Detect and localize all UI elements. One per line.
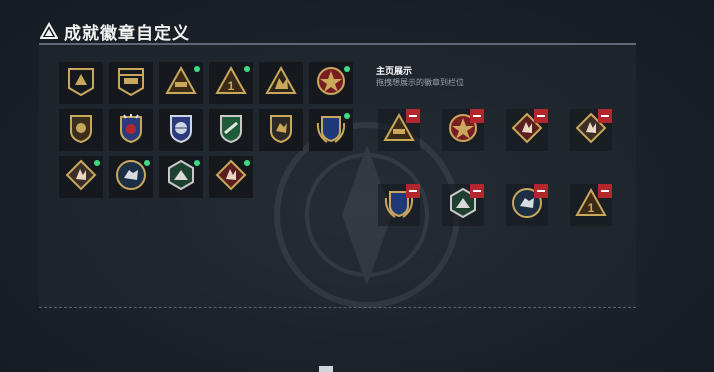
showcase-slot[interactable] (378, 109, 420, 151)
badge-item[interactable] (109, 62, 153, 104)
helicopter-badge-icon (114, 64, 148, 103)
badge-item[interactable] (209, 109, 253, 151)
showcase-subtitle: 拖拽想展示的徽章到栏位 (376, 78, 464, 87)
showcase-slot[interactable] (506, 184, 548, 226)
badge-item[interactable] (59, 156, 103, 198)
showcase-slot[interactable] (442, 109, 484, 151)
remove-icon[interactable] (598, 109, 612, 123)
badge-item[interactable] (159, 156, 203, 198)
remove-icon[interactable] (470, 184, 484, 198)
showcase-slot[interactable] (378, 184, 420, 226)
remove-icon[interactable] (534, 109, 548, 123)
green-shield-badge-icon (214, 111, 248, 150)
badge-item[interactable] (309, 62, 353, 104)
badge-item[interactable] (109, 156, 153, 198)
new-badge-dot (194, 66, 200, 72)
globe-shield-medal-icon (164, 111, 198, 150)
remove-icon[interactable] (534, 184, 548, 198)
tank-triangle-badge-icon (164, 64, 198, 103)
remove-icon[interactable] (406, 184, 420, 198)
rank-chevron-badge-icon (64, 64, 98, 103)
showcase-title: 主页展示 (376, 66, 413, 76)
badge-item[interactable] (309, 109, 353, 151)
showcase-slot[interactable] (506, 109, 548, 151)
beast-diamond-red-badge-icon (214, 158, 248, 197)
showcase-slot[interactable] (570, 109, 612, 151)
number-one-triangle-badge-icon: 1 (214, 64, 248, 103)
badge-item[interactable] (209, 156, 253, 198)
eagle-shield-badge-icon (64, 111, 98, 150)
window-header: 成就徽章自定义 (40, 20, 190, 43)
badge-item[interactable] (59, 109, 103, 151)
badge-item[interactable] (159, 62, 203, 104)
new-badge-dot (244, 160, 250, 166)
new-badge-dot (244, 66, 250, 72)
new-badge-dot (344, 113, 350, 119)
star-cross-medal-icon (314, 64, 348, 103)
badge-item[interactable] (259, 109, 303, 151)
star-shield-medal-icon (114, 111, 148, 150)
showcase-slot[interactable]: 1 (570, 184, 612, 226)
remove-icon[interactable] (470, 109, 484, 123)
wolf-circle-badge-icon (114, 158, 148, 197)
new-badge-dot (94, 160, 100, 166)
svg-text:1: 1 (228, 79, 235, 93)
badge-item[interactable] (159, 109, 203, 151)
remove-icon[interactable] (406, 109, 420, 123)
badge-item[interactable] (59, 62, 103, 104)
new-badge-dot (344, 66, 350, 72)
remove-icon[interactable] (598, 184, 612, 198)
beast-shield-badge-icon (264, 111, 298, 150)
new-badge-dot (194, 160, 200, 166)
beast-diamond-badge-icon (64, 158, 98, 197)
badge-customization-panel: 1 主页展示 拖拽想展示的徽章到栏位 1 (39, 43, 636, 308)
badge-item[interactable] (109, 109, 153, 151)
badge-item[interactable]: 1 (209, 62, 253, 104)
dragon-hex-badge-icon (164, 158, 198, 197)
wolf-triangle-badge-icon (264, 64, 298, 103)
laurel-shield-medal-icon (314, 111, 348, 150)
page-indicator (319, 366, 333, 372)
showcase-slot[interactable] (442, 184, 484, 226)
triangle-warning-icon (40, 22, 58, 40)
new-badge-dot (144, 160, 150, 166)
svg-text:1: 1 (588, 201, 595, 215)
badge-item[interactable] (259, 62, 303, 104)
page-title: 成就徽章自定义 (64, 23, 190, 43)
